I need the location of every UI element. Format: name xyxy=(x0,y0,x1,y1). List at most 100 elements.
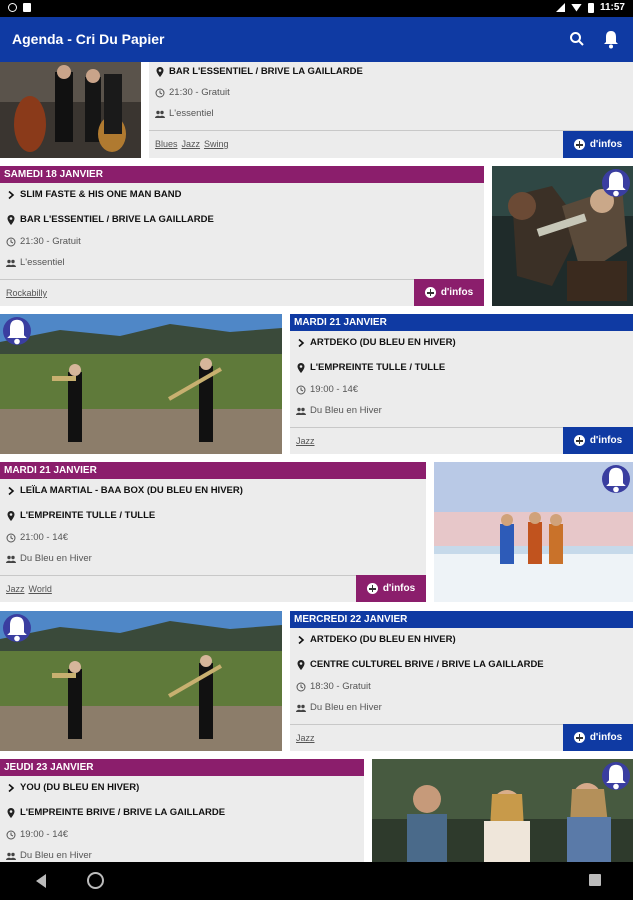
chevron-right-icon xyxy=(298,635,305,644)
bell-icon xyxy=(7,319,27,345)
event-item[interactable]: SAMEDI 18 JANVIER SLIM FASTE & HIS ONE M… xyxy=(0,166,633,306)
clock-icon xyxy=(296,385,306,394)
organizer-row: L'essentiel xyxy=(6,257,65,268)
time-row: 19:00 - 14€ xyxy=(6,829,68,840)
time-row: 19:00 - 14€ xyxy=(296,384,358,395)
tag-link[interactable]: Blues xyxy=(155,139,178,149)
app-title: Agenda - Cri Du Papier xyxy=(12,31,165,47)
chevron-right-icon xyxy=(298,338,305,347)
plus-circle-icon xyxy=(424,287,436,298)
chevron-right-icon xyxy=(8,783,15,792)
event-card[interactable]: MERCREDI 22 JANVIER ARTDEKO (DU BLEU EN … xyxy=(290,611,633,751)
location-pin-icon xyxy=(297,659,305,670)
recent-apps-icon[interactable] xyxy=(589,874,601,886)
title-row: SLIM FASTE & HIS ONE MAN BAND xyxy=(6,189,182,200)
title-row: LEÏLA MARTIAL - BAA BOX (DU BLEU EN HIVE… xyxy=(6,485,243,496)
event-photo[interactable] xyxy=(0,62,141,158)
bell-icon xyxy=(606,467,626,493)
tag-link[interactable]: Rockabilly xyxy=(6,288,47,298)
home-icon[interactable] xyxy=(87,872,104,889)
event-card[interactable]: JEUDI 23 JANVIER YOU (DU BLEU EN HIVER) … xyxy=(0,759,364,862)
search-icon[interactable] xyxy=(569,31,585,47)
divider xyxy=(149,130,633,131)
venue-text: L'EMPREINTE TULLE / TULLE xyxy=(310,362,446,373)
signal-icon xyxy=(555,3,565,12)
plus-circle-icon xyxy=(573,732,585,743)
location-pin-icon xyxy=(7,214,15,225)
clock-icon xyxy=(6,533,16,542)
event-item[interactable]: MARDI 21 JANVIER LEÏLA MARTIAL - BAA BOX… xyxy=(0,462,633,602)
more-info-button[interactable]: d'infos xyxy=(356,575,426,602)
organizer-text: Du Bleu en Hiver xyxy=(20,850,92,861)
event-photo[interactable] xyxy=(0,314,282,454)
tag-list: Jazz xyxy=(296,436,315,446)
tag-link[interactable]: World xyxy=(29,584,52,594)
plus-circle-icon xyxy=(573,139,585,150)
title-row: ARTDEKO (DU BLEU EN HIVER) xyxy=(296,337,456,348)
event-card[interactable]: MARDI 21 JANVIER ARTDEKO (DU BLEU EN HIV… xyxy=(290,314,633,454)
back-icon[interactable] xyxy=(36,874,46,888)
bell-icon[interactable] xyxy=(602,29,620,49)
event-item[interactable]: BAR L'ESSENTIEL / BRIVE LA GAILLARDE 21:… xyxy=(0,62,633,158)
venue-row: L'EMPREINTE TULLE / TULLE xyxy=(6,510,155,521)
venue-text: BAR L'ESSENTIEL / BRIVE LA GAILLARDE xyxy=(169,66,363,77)
event-title: LEÏLA MARTIAL - BAA BOX (DU BLEU EN HIVE… xyxy=(20,485,243,496)
time-price-text: 21:30 - Gratuit xyxy=(169,87,230,98)
event-photo[interactable] xyxy=(372,759,633,862)
event-photo[interactable] xyxy=(0,611,282,751)
notification-badge[interactable] xyxy=(602,169,630,197)
time-row: 21:30 - Gratuit xyxy=(6,236,81,247)
more-info-button[interactable]: d'infos xyxy=(414,279,484,306)
organizer-text: Du Bleu en Hiver xyxy=(310,405,382,416)
screen: 11:57 Agenda - Cri Du Papier BAR L'ESSEN… xyxy=(0,0,633,900)
venue-row: CENTRE CULTUREL BRIVE / BRIVE LA GAILLAR… xyxy=(296,659,544,670)
notification-badge[interactable] xyxy=(3,614,31,642)
location-pin-icon xyxy=(297,362,305,373)
more-info-button[interactable]: d'infos xyxy=(563,427,633,454)
venue-text: L'EMPREINTE BRIVE / BRIVE LA GAILLARDE xyxy=(20,807,226,818)
organizer-row: Du Bleu en Hiver xyxy=(296,702,382,713)
tag-link[interactable]: Jazz xyxy=(182,139,201,149)
event-card[interactable]: BAR L'ESSENTIEL / BRIVE LA GAILLARDE 21:… xyxy=(149,62,633,158)
notification-badge[interactable] xyxy=(602,465,630,493)
time-price-text: 19:00 - 14€ xyxy=(310,384,359,395)
group-icon xyxy=(6,555,16,563)
event-feed[interactable]: BAR L'ESSENTIEL / BRIVE LA GAILLARDE 21:… xyxy=(0,62,633,862)
group-icon xyxy=(155,110,165,118)
group-icon xyxy=(6,259,16,267)
sd-card-icon xyxy=(23,3,31,12)
notification-badge[interactable] xyxy=(602,762,630,790)
event-photo[interactable] xyxy=(492,166,633,306)
time-row: 18:30 - Gratuit xyxy=(296,681,371,692)
organizer-row: Du Bleu en Hiver xyxy=(6,850,92,861)
tag-link[interactable]: Jazz xyxy=(6,584,25,594)
event-date: MARDI 21 JANVIER xyxy=(290,314,633,331)
event-card[interactable]: SAMEDI 18 JANVIER SLIM FASTE & HIS ONE M… xyxy=(0,166,484,306)
bell-icon xyxy=(606,764,626,790)
event-item[interactable]: JEUDI 23 JANVIER YOU (DU BLEU EN HIVER) … xyxy=(0,759,633,862)
group-icon xyxy=(296,407,306,415)
app-bar: Agenda - Cri Du Papier xyxy=(0,17,633,62)
venue-row: BAR L'ESSENTIEL / BRIVE LA GAILLARDE xyxy=(155,66,363,77)
event-title: SLIM FASTE & HIS ONE MAN BAND xyxy=(20,189,182,200)
time-price-text: 19:00 - 14€ xyxy=(20,829,69,840)
tag-link[interactable]: Jazz xyxy=(296,733,315,743)
clock-icon xyxy=(6,830,16,839)
notification-icon xyxy=(8,3,17,12)
event-card[interactable]: MARDI 21 JANVIER LEÏLA MARTIAL - BAA BOX… xyxy=(0,462,426,602)
event-photo[interactable] xyxy=(434,462,633,602)
group-icon xyxy=(296,704,306,712)
organizer-text: Du Bleu en Hiver xyxy=(20,553,92,564)
tag-link[interactable]: Swing xyxy=(204,139,229,149)
event-item[interactable]: MARDI 21 JANVIER ARTDEKO (DU BLEU EN HIV… xyxy=(0,314,633,454)
more-info-button[interactable]: d'infos xyxy=(563,724,633,751)
organizer-text: L'essentiel xyxy=(20,257,65,268)
bell-icon xyxy=(7,616,27,642)
event-date: SAMEDI 18 JANVIER xyxy=(0,166,484,183)
bell-icon xyxy=(606,171,626,197)
event-item[interactable]: MERCREDI 22 JANVIER ARTDEKO (DU BLEU EN … xyxy=(0,611,633,751)
notification-badge[interactable] xyxy=(3,317,31,345)
more-info-button[interactable]: d'infos xyxy=(563,131,633,158)
tag-link[interactable]: Jazz xyxy=(296,436,315,446)
title-row: ARTDEKO (DU BLEU EN HIVER) xyxy=(296,634,456,645)
